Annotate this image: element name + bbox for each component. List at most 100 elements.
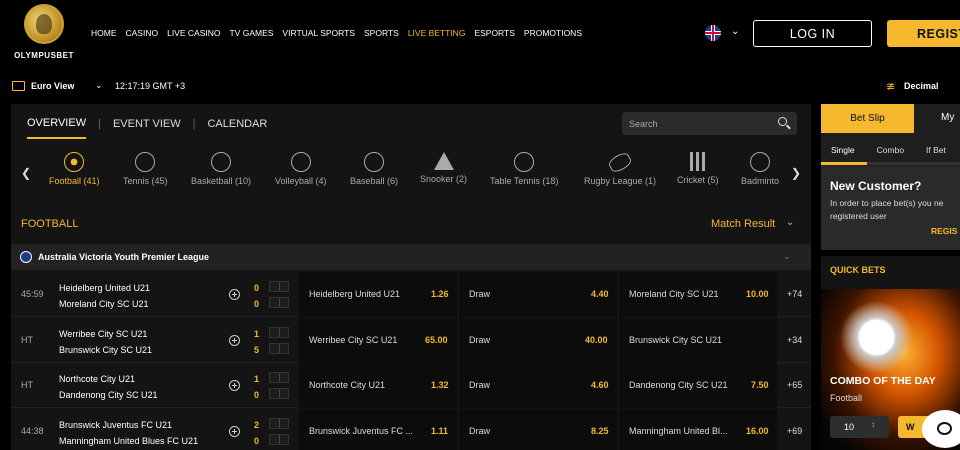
search-icon[interactable] [778, 117, 787, 126]
tab-my-bets[interactable]: My [941, 112, 954, 123]
bet-type-if-bet[interactable]: If Bet [926, 145, 946, 155]
add-favorite-icon[interactable] [229, 380, 240, 391]
match-time: 44:38 [21, 426, 44, 436]
tab-bet-slip[interactable]: Bet Slip [821, 104, 914, 133]
odds-draw[interactable]: Draw 4.60 [457, 363, 617, 408]
nav-live-casino[interactable]: LIVE CASINO [167, 28, 220, 38]
odds-format-icon[interactable]: ≇ [886, 80, 895, 93]
register-link[interactable]: REGIS [931, 226, 957, 236]
match-score: 15 [254, 329, 260, 355]
main-nav: HOME CASINO LIVE CASINO TV GAMES VIRTUAL… [91, 28, 582, 38]
odds-draw[interactable]: Draw 4.40 [457, 272, 617, 317]
sport-table-tennis[interactable]: Table Tennis (18) [490, 152, 558, 186]
australia-flag-icon [20, 251, 32, 263]
view-tabs: OVERVIEW | EVENT VIEW | CALENDAR [27, 117, 267, 139]
olympusbet-logo[interactable]: OLYMPUSBET [12, 4, 76, 66]
uk-flag-icon[interactable] [705, 25, 721, 41]
sport-volleyball[interactable]: Volleyball (4) [275, 152, 327, 186]
match-row: 45:59 Heidelberg United U21 Moreland Cit… [11, 272, 811, 317]
league-header[interactable]: Australia Victoria Youth Premier League … [11, 244, 811, 270]
add-favorite-icon[interactable] [229, 426, 240, 437]
more-markets[interactable]: +34 [787, 335, 802, 345]
add-favorite-icon[interactable] [229, 289, 240, 300]
odds-away[interactable]: Dandenong City SC U21 7.50 [617, 363, 777, 408]
sport-snooker[interactable]: Snooker (2) [420, 152, 467, 184]
odds-draw[interactable]: Draw 8.25 [457, 409, 617, 450]
login-button[interactable]: LOG IN [753, 20, 872, 47]
clock: 12:17:19 GMT +3 [115, 81, 186, 91]
add-favorite-icon[interactable] [229, 335, 240, 346]
match-teams[interactable]: Heidelberg United U21 Moreland City SC U… [59, 280, 150, 312]
match-teams[interactable]: Northcote City U21 Dandenong City SC U21 [59, 371, 158, 403]
euro-view-icon[interactable] [12, 81, 25, 91]
nav-live-betting[interactable]: LIVE BETTING [408, 28, 466, 38]
odds-format-selector[interactable]: Decimal [904, 81, 939, 91]
pitch-icon [269, 297, 289, 308]
pitch-icon [269, 281, 289, 292]
sport-tennis[interactable]: Tennis (45) [123, 152, 168, 186]
odds-away[interactable]: Brunswick City SC U21 [617, 318, 777, 363]
football-icon [64, 152, 85, 172]
live-chat-button[interactable] [922, 410, 960, 448]
bet-type-single[interactable]: Single [831, 145, 855, 155]
table-tennis-icon [514, 152, 535, 172]
match-score: 20 [254, 420, 260, 446]
odds-home[interactable]: Brunswick Juventus FC ... 1.11 [297, 409, 457, 450]
match-teams[interactable]: Brunswick Juventus FC U21 Manningham Uni… [59, 417, 198, 449]
stake-stepper[interactable]: 10 ↕ [830, 416, 889, 438]
tab-calendar[interactable]: CALENDAR [207, 118, 267, 138]
away-team: Dandenong City SC U21 [59, 390, 158, 400]
tab-divider: | [192, 118, 196, 130]
sport-baseball[interactable]: Baseball (6) [350, 152, 398, 186]
nav-tv-games[interactable]: TV GAMES [229, 28, 273, 38]
carousel-left-arrow-icon[interactable]: ❮ [21, 166, 31, 180]
sport-rugby-league[interactable]: Rugby League (1) [584, 150, 656, 186]
baseball-icon [364, 152, 385, 172]
sport-badminton[interactable]: Badminto [741, 152, 779, 186]
away-team: Manningham United Blues FC U21 [59, 436, 199, 446]
tab-event-view[interactable]: EVENT VIEW [113, 118, 181, 138]
market-chevron-down-icon[interactable]: ⌄ [786, 217, 794, 228]
league-chevron-icon[interactable]: ⌄ [783, 251, 791, 262]
search-box [622, 112, 797, 135]
tab-overview[interactable]: OVERVIEW [27, 117, 87, 139]
odds-home[interactable]: Werribee City SC U21 65.00 [297, 318, 457, 363]
quick-bets-title: QUICK BETS [830, 265, 886, 275]
sport-basketball[interactable]: Basketball (10) [191, 152, 251, 186]
more-markets[interactable]: +65 [787, 380, 802, 390]
odds-draw[interactable]: Draw 40.00 [457, 318, 617, 363]
sport-football[interactable]: Football (41) [49, 152, 100, 186]
search-input[interactable] [622, 112, 772, 135]
more-markets[interactable]: +74 [787, 289, 802, 299]
home-team: Heidelberg United U21 [59, 283, 151, 293]
more-markets[interactable]: +69 [787, 426, 802, 436]
bet-type-combo[interactable]: Combo [877, 145, 904, 155]
match-score: 10 [254, 374, 260, 400]
odds-home[interactable]: Heidelberg United U21 1.26 [297, 272, 457, 317]
view-selector[interactable]: Euro View [31, 81, 74, 91]
register-button[interactable]: REGIST [887, 20, 960, 47]
nav-home[interactable]: HOME [91, 28, 117, 38]
sports-carousel: ❮ Football (41) Tennis (45) Basketball (… [11, 150, 811, 197]
market-selector[interactable]: Match Result [711, 218, 775, 230]
nav-promotions[interactable]: PROMOTIONS [524, 28, 582, 38]
view-chevron-down-icon[interactable]: ⌄ [95, 80, 103, 91]
nav-casino[interactable]: CASINO [126, 28, 159, 38]
nav-esports[interactable]: ESPORTS [474, 28, 514, 38]
match-time: 45:59 [21, 289, 44, 299]
live-betting-panel: OVERVIEW | EVENT VIEW | CALENDAR ❮ Footb… [11, 104, 811, 450]
odds-away[interactable]: Manningham United Bl... 16.00 [617, 409, 777, 450]
stake-value: 10 [844, 422, 855, 432]
odds-away[interactable]: Moreland City SC U21 10.00 [617, 272, 777, 317]
nav-virtual-sports[interactable]: VIRTUAL SPORTS [282, 28, 355, 38]
nav-sports[interactable]: SPORTS [364, 28, 399, 38]
pitch-icon [269, 388, 289, 399]
match-teams[interactable]: Werribee City SC U21 Brunswick City SC U… [59, 326, 152, 358]
sub-bar: Euro View ⌄ 12:17:19 GMT +3 ≇ Decimal [0, 76, 960, 98]
carousel-right-arrow-icon[interactable]: ❯ [791, 166, 801, 180]
language-chevron-down-icon[interactable]: ⌄ [731, 26, 739, 37]
odds-home[interactable]: Northcote City U21 1.32 [297, 363, 457, 408]
match-row: HT Werribee City SC U21 Brunswick City S… [11, 318, 811, 363]
stepper-arrows-icon[interactable]: ↕ [871, 420, 875, 429]
sport-cricket[interactable]: Cricket (5) [677, 152, 719, 185]
